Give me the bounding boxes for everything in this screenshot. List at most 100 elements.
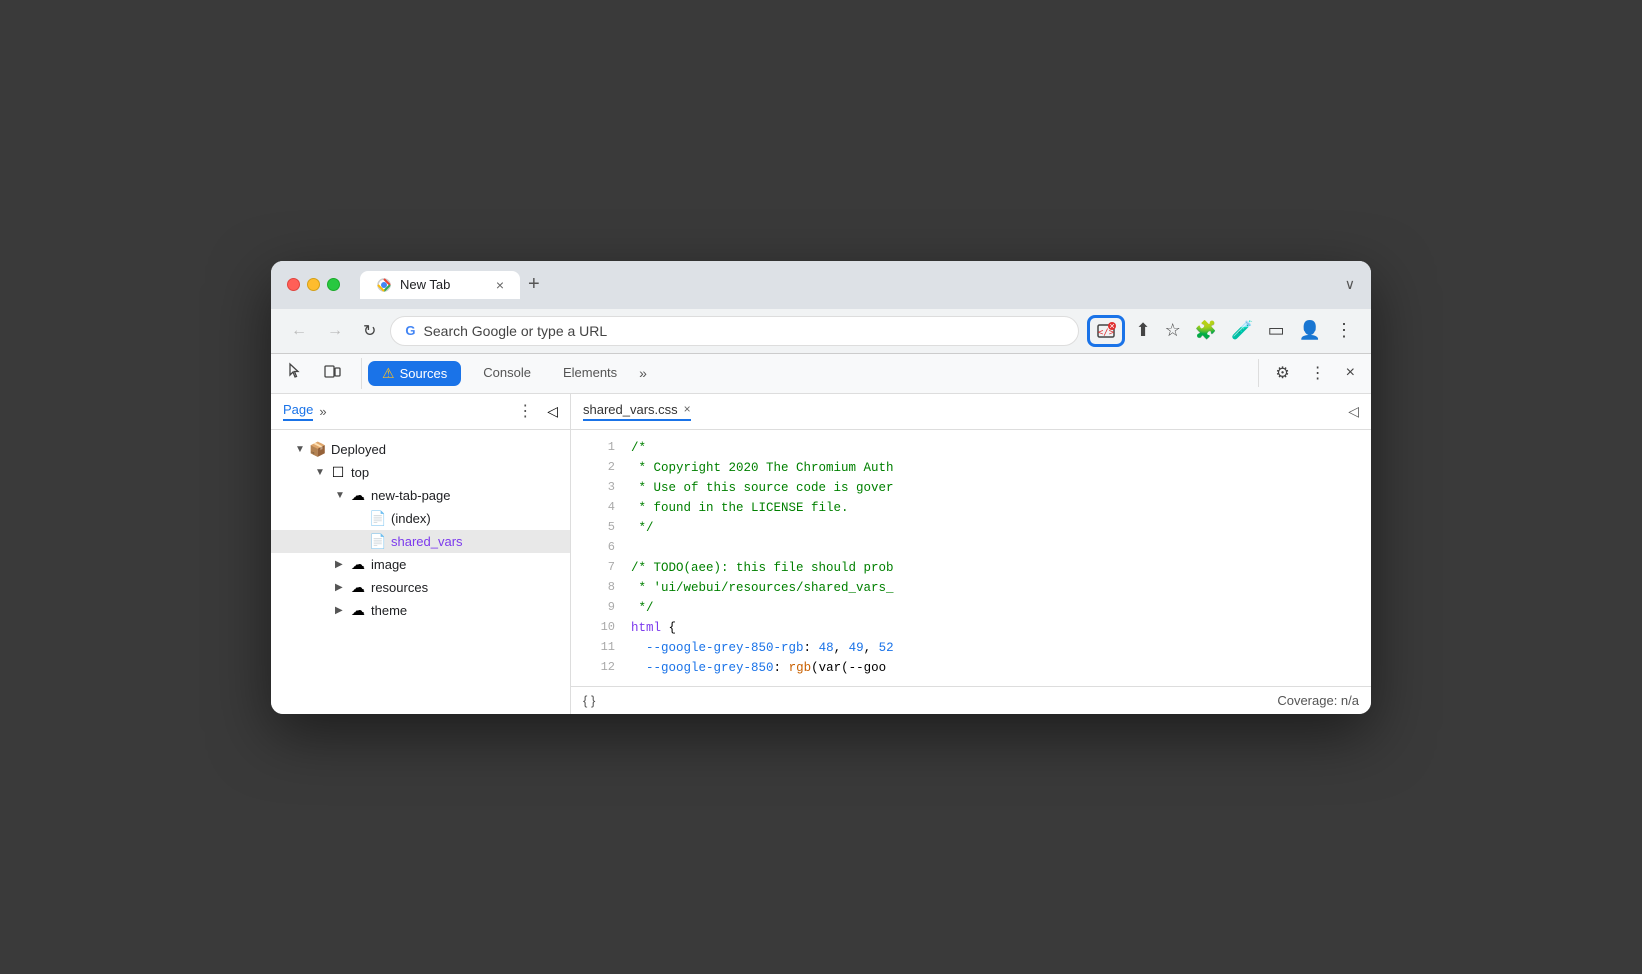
sources-tab-label: Sources [400, 366, 448, 381]
code-line: 1 /* [571, 438, 1371, 458]
code-text: * Copyright 2020 The Chromium Auth [631, 458, 1363, 478]
file-tree-menu-button[interactable]: ⋮ [517, 401, 533, 421]
extensions-button[interactable]: 🧩 [1191, 316, 1221, 345]
tab-title: New Tab [400, 277, 450, 292]
resources-label: resources [371, 580, 428, 595]
cloud-icon: ☁ [349, 579, 367, 596]
line-number: 1 [579, 438, 615, 457]
forward-button[interactable]: → [321, 318, 349, 344]
cloud-icon: ☁ [349, 487, 367, 504]
maximize-window-button[interactable] [327, 278, 340, 291]
list-item[interactable]: ▶ ☁ resources [271, 576, 570, 599]
address-text: Search Google or type a URL [424, 323, 1065, 339]
code-text: html { [631, 618, 1363, 638]
code-file-tab[interactable]: shared_vars.css × [583, 402, 691, 421]
code-text: --google-grey-850: rgb(var(--goo [631, 658, 1363, 678]
list-item[interactable]: ▼ ☐ top [271, 461, 570, 484]
tab-sources[interactable]: ⚠ Sources [368, 361, 461, 386]
line-number: 2 [579, 458, 615, 477]
line-number: 11 [579, 638, 615, 657]
bookmark-button[interactable]: ☆ [1161, 316, 1185, 345]
nav-actions: </> ✕ ⬆ ☆ 🧩 🧪 ▭ 👤 ⋮ [1087, 315, 1357, 347]
tab-close-button[interactable]: × [496, 277, 504, 293]
line-number: 5 [579, 518, 615, 537]
list-item[interactable]: ▶ ☁ image [271, 553, 570, 576]
devtools-toolbar-left [279, 358, 362, 389]
code-text [631, 538, 1363, 558]
page-tab[interactable]: Page [283, 402, 313, 421]
file-tree-panel: Page » ⋮ ◁ ▼ 📦 Deployed ▼ ☐ [271, 394, 571, 714]
tree-arrow-icon: ▶ [335, 605, 345, 616]
shared-vars-label: shared_vars [391, 534, 463, 549]
line-number: 9 [579, 598, 615, 617]
chrome-menu-button[interactable]: ⋮ [1331, 316, 1357, 345]
list-item[interactable]: ▶ 📄 (index) [271, 507, 570, 530]
list-item[interactable]: ▶ ☁ theme [271, 599, 570, 622]
devtools-close-button[interactable]: × [1338, 360, 1363, 386]
code-line: 11 --google-grey-850-rgb: 48, 49, 52 [571, 638, 1371, 658]
title-bar: New Tab × + ∨ ← → ↻ G Search Google or t… [271, 261, 1371, 353]
line-number: 6 [579, 538, 615, 557]
google-logo: G [405, 323, 415, 338]
more-devtools-tabs-button[interactable]: » [633, 365, 653, 381]
back-button[interactable]: ← [285, 318, 313, 344]
code-text: * 'ui/webui/resources/shared_vars_ [631, 578, 1363, 598]
theme-label: theme [371, 603, 407, 618]
code-content[interactable]: 1 /* 2 * Copyright 2020 The Chromium Aut… [571, 430, 1371, 686]
line-number: 3 [579, 478, 615, 497]
minimize-window-button[interactable] [307, 278, 320, 291]
profile-button[interactable]: 👤 [1295, 316, 1325, 345]
css-file-icon: 📄 [369, 533, 387, 550]
new-tab-button[interactable]: + [520, 273, 548, 296]
tab-overflow-button[interactable]: ∨ [1345, 276, 1355, 293]
image-label: image [371, 557, 406, 572]
code-footer: { } Coverage: n/a [571, 686, 1371, 714]
line-number: 7 [579, 558, 615, 577]
file-tree-more-tabs[interactable]: » [319, 404, 326, 419]
tree-arrow-icon: ▼ [295, 444, 305, 455]
code-line: 10 html { [571, 618, 1371, 638]
traffic-lights [287, 278, 340, 291]
collapse-panel-button[interactable]: ◁ [547, 403, 558, 420]
tabs-row: New Tab × + ∨ [360, 271, 1355, 299]
code-line: 6 [571, 538, 1371, 558]
tab-elements[interactable]: Elements [547, 357, 633, 390]
code-filename: shared_vars.css [583, 402, 678, 417]
code-text: /* [631, 438, 1363, 458]
browser-tab[interactable]: New Tab × [360, 271, 520, 299]
list-item[interactable]: ▼ 📦 Deployed [271, 438, 570, 461]
list-item[interactable]: ▼ ☁ new-tab-page [271, 484, 570, 507]
code-tab-close-button[interactable]: × [684, 402, 691, 416]
code-line: 9 */ [571, 598, 1371, 618]
devtools-settings-button[interactable]: ⚙ [1267, 359, 1297, 387]
coverage-label: Coverage: n/a [1277, 693, 1359, 708]
code-line: 7 /* TODO(aee): this file should prob [571, 558, 1371, 578]
devtools-main: Page » ⋮ ◁ ▼ 📦 Deployed ▼ ☐ [271, 394, 1371, 714]
cursor-icon [287, 362, 305, 380]
code-panel-collapse-button[interactable]: ◁ [1348, 403, 1359, 420]
devtools-tabs: ⚠ Sources Console Elements » [362, 357, 1258, 390]
refresh-button[interactable]: ↻ [357, 317, 382, 345]
lab-button[interactable]: 🧪 [1227, 316, 1257, 345]
sidebar-toggle-button[interactable]: ▭ [1264, 316, 1289, 345]
top-label: top [351, 465, 369, 480]
list-item[interactable]: ▶ 📄 shared_vars [271, 530, 570, 553]
tab-console[interactable]: Console [467, 357, 547, 390]
code-line: 5 */ [571, 518, 1371, 538]
tree-arrow-icon: ▶ [335, 582, 345, 593]
device-icon [323, 362, 341, 380]
line-number: 8 [579, 578, 615, 597]
close-window-button[interactable] [287, 278, 300, 291]
pretty-print-button[interactable]: { } [583, 693, 595, 708]
devtools-more-menu-button[interactable]: ⋮ [1302, 359, 1334, 387]
file-icon: 📄 [369, 510, 387, 527]
share-button[interactable]: ⬆ [1131, 316, 1154, 345]
inspect-element-button[interactable] [279, 358, 313, 389]
code-header: shared_vars.css × ◁ [571, 394, 1371, 430]
devtools-button[interactable]: </> ✕ [1087, 315, 1125, 347]
device-toggle-button[interactable] [315, 358, 349, 389]
index-label: (index) [391, 511, 431, 526]
line-number: 4 [579, 498, 615, 517]
address-bar[interactable]: G Search Google or type a URL [390, 316, 1079, 346]
code-text: * found in the LICENSE file. [631, 498, 1363, 518]
